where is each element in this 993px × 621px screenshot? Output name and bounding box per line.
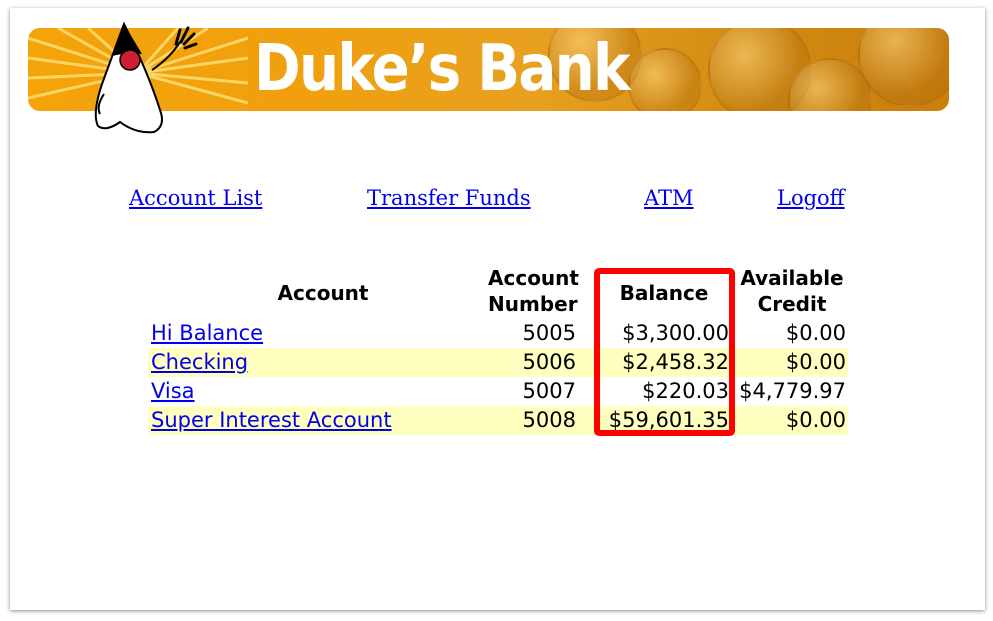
table-row: Checking 5006 $2,458.32 $0.00 bbox=[148, 348, 848, 377]
header-balance: Balance bbox=[619, 281, 709, 305]
account-number: 5008 bbox=[522, 408, 576, 432]
table-row: Visa 5007 $220.03 $4,779.97 bbox=[148, 377, 848, 406]
account-number: 5005 bbox=[522, 321, 576, 345]
header-account-number-line1: Account bbox=[488, 266, 579, 290]
header-available-credit-line1: Available bbox=[740, 266, 844, 290]
available-credit: $4,779.97 bbox=[739, 379, 846, 403]
account-number: 5007 bbox=[522, 379, 576, 403]
table-row: Super Interest Account 5008 $59,601.35 $… bbox=[148, 406, 848, 435]
account-balance: $2,458.32 bbox=[622, 350, 729, 374]
atm-link[interactable]: ATM bbox=[644, 186, 694, 210]
available-credit: $0.00 bbox=[785, 408, 846, 432]
account-name[interactable]: Hi Balance bbox=[151, 319, 263, 348]
header-account: Account bbox=[277, 281, 369, 305]
table-row: Hi Balance 5005 $3,300.00 $0.00 bbox=[148, 319, 848, 348]
duke-mascot-icon bbox=[94, 21, 198, 134]
header-available-credit-line2: Credit bbox=[757, 292, 827, 316]
account-number: 5006 bbox=[522, 350, 576, 374]
header-available-credit: Available Credit bbox=[733, 265, 851, 317]
account-balance: $3,300.00 bbox=[622, 321, 729, 345]
account-balance: $220.03 bbox=[642, 379, 729, 403]
account-name[interactable]: Checking bbox=[151, 348, 248, 377]
account-name[interactable]: Super Interest Account bbox=[151, 406, 392, 435]
transfer-funds-link[interactable]: Transfer Funds bbox=[367, 186, 531, 210]
account-balance: $59,601.35 bbox=[608, 408, 729, 432]
logoff-link[interactable]: Logoff bbox=[777, 186, 845, 210]
available-credit: $0.00 bbox=[785, 321, 846, 345]
header-account-number-line2: Number bbox=[488, 292, 578, 316]
bank-title: Duke’s Bank bbox=[254, 32, 630, 106]
account-name[interactable]: Visa bbox=[151, 377, 195, 406]
available-credit: $0.00 bbox=[785, 350, 846, 374]
account-list-link[interactable]: Account List bbox=[129, 186, 262, 210]
header-account-number: Account Number bbox=[488, 265, 598, 317]
